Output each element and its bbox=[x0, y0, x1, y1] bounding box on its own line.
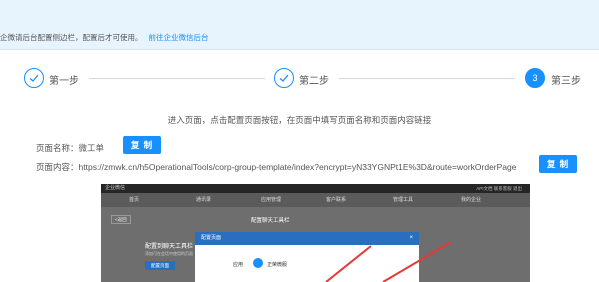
step-1-check-icon bbox=[24, 68, 44, 88]
notice-text: 企微请后台配置侧边栏，配置后才可使用。 前往企业微信后台 bbox=[0, 32, 209, 43]
wecom-admin-link[interactable]: 前往企业微信后台 bbox=[149, 33, 209, 42]
step-indicator: 第一步 第二步 3 第三步 bbox=[0, 68, 599, 92]
red-arrow-icon bbox=[325, 245, 372, 282]
step-connector bbox=[339, 78, 515, 79]
page-content-url: https://zmwk.cn/h5OperationalTools/corp-… bbox=[78, 162, 517, 172]
check-icon bbox=[29, 74, 39, 82]
notice-message: 企微请后台配置侧边栏，配置后才可使用。 bbox=[0, 33, 143, 42]
copy-page-content-button[interactable]: 复 制 bbox=[539, 155, 577, 173]
page-name-row: 页面名称：微工单 bbox=[36, 142, 104, 154]
instruction-text: 进入页面，点击配置页面按钮，在页面中填写页面名称和页面内容链接 bbox=[167, 115, 432, 125]
page-content-row: 页面内容：https://zmwk.cn/h5OperationalTools/… bbox=[36, 161, 516, 173]
page-name-value: 微工单 bbox=[78, 143, 105, 153]
notice-bar: 企微请后台配置侧边栏，配置后才可使用。 前往企业微信后台 bbox=[0, 0, 599, 50]
step-connector bbox=[89, 78, 265, 79]
step-3-number: 3 bbox=[525, 68, 545, 88]
step-1-label: 第一步 bbox=[49, 76, 79, 87]
step-2-label: 第二步 bbox=[299, 76, 329, 87]
step-3-label: 第三步 bbox=[551, 76, 581, 87]
page-content-label: 页面内容： bbox=[36, 162, 79, 172]
tutorial-screenshot: 企业微信 API文档 联系客服 退出 首页 通讯录 应用管理 客户联系 管理工具… bbox=[101, 184, 530, 282]
page-name-label: 页面名称： bbox=[36, 143, 79, 153]
red-arrow-icon bbox=[382, 241, 452, 282]
copy-page-name-button[interactable]: 复 制 bbox=[123, 136, 161, 154]
annotation-arrows bbox=[325, 241, 452, 282]
check-icon bbox=[279, 74, 289, 82]
step-2-check-icon bbox=[274, 68, 294, 88]
